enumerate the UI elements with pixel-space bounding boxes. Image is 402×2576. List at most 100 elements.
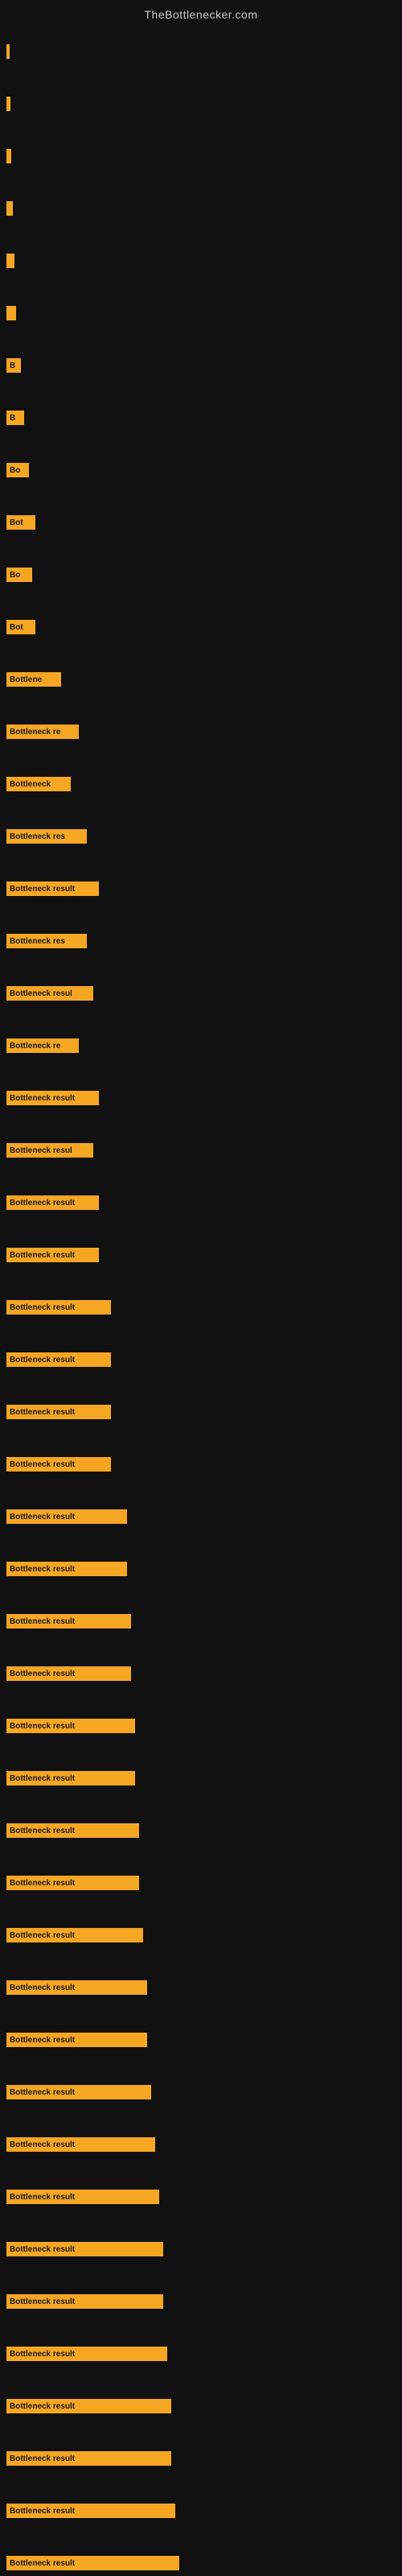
bar-row: Bottleneck result — [6, 1876, 139, 1890]
bar-row: Bottleneck result — [6, 2451, 171, 2466]
bar-row: Bottleneck re — [6, 724, 79, 739]
bar: Bottleneck result — [6, 2294, 163, 2309]
bar-row: Bottleneck result — [6, 2085, 151, 2099]
bar-label: B — [10, 361, 15, 370]
bar-row: Bottleneck result — [6, 2556, 179, 2570]
bar-label: Bottleneck result — [10, 1827, 75, 1835]
bar-label: Bottleneck result — [10, 2454, 75, 2463]
bar: Bo — [6, 568, 32, 582]
bar-label: Bottleneck res — [10, 832, 65, 841]
bar: Bottleneck result — [6, 1509, 127, 1524]
bar-label: Bottleneck resul — [10, 989, 72, 998]
bar-label: Bottleneck result — [10, 1460, 75, 1469]
bar-label: Bo — [10, 571, 20, 580]
bar-row: Bottleneck result — [6, 2294, 163, 2309]
bar-label: Bottleneck result — [10, 1408, 75, 1417]
bar — [6, 97, 10, 111]
bar: Bottleneck re — [6, 1038, 79, 1053]
bar-label: Bottleneck result — [10, 2559, 75, 2568]
bar-row: Bottleneck result — [6, 1509, 127, 1524]
bar — [6, 44, 10, 59]
chart-area: TheBottlenecker.com BBBoBotBoBotBottlene… — [0, 0, 402, 2576]
bar-row: Bottleneck result — [6, 1457, 111, 1472]
bar-label: Bottleneck result — [10, 1931, 75, 1940]
bar — [6, 254, 14, 268]
bar-row — [6, 44, 10, 59]
bar: Bottleneck re — [6, 724, 79, 739]
bar: Bottleneck — [6, 777, 71, 791]
bar-row: Bottleneck result — [6, 1352, 111, 1367]
bar-row: Bottleneck res — [6, 829, 87, 844]
bar-label: Bottleneck re — [10, 1042, 60, 1051]
bar: Bottleneck result — [6, 2451, 171, 2466]
bar-label: Bottleneck result — [10, 1617, 75, 1626]
bar-label: Bottleneck result — [10, 2297, 75, 2306]
bar: Bottleneck result — [6, 2347, 167, 2361]
bar-row: Bot — [6, 515, 35, 530]
bar-label: Bottleneck result — [10, 1199, 75, 1208]
bar: Bottleneck result — [6, 2504, 175, 2518]
bar: Bottleneck result — [6, 1195, 99, 1210]
bar: Bottleneck result — [6, 1352, 111, 1367]
bar: Bot — [6, 515, 35, 530]
bar-label: Bottleneck res — [10, 937, 65, 946]
bar — [6, 149, 11, 163]
bar: Bottleneck result — [6, 1928, 143, 1942]
bar-row: Bottleneck result — [6, 1248, 99, 1262]
bar-label: B — [10, 414, 15, 423]
bar-label: Bottleneck result — [10, 1670, 75, 1678]
bar-row: Bottleneck result — [6, 2033, 147, 2047]
bar: Bottleneck result — [6, 1876, 139, 1890]
bar-row: Bottleneck result — [6, 1771, 135, 1785]
bar: Bottleneck result — [6, 1562, 127, 1576]
bar: Bottleneck result — [6, 1666, 131, 1681]
bar: Bottleneck result — [6, 1248, 99, 1262]
bar: Bot — [6, 620, 35, 634]
bar-row: Bottleneck result — [6, 1562, 127, 1576]
bar-row: Bottleneck result — [6, 1928, 143, 1942]
bar: Bottleneck result — [6, 1405, 111, 1419]
bar: Bottleneck res — [6, 829, 87, 844]
bar-label: Bottleneck result — [10, 2507, 75, 2516]
bar-row — [6, 149, 11, 163]
bar-row: B — [6, 358, 21, 373]
bar: Bottleneck result — [6, 881, 99, 896]
bar-row: Bottleneck result — [6, 2347, 167, 2361]
bar-label: Bottleneck result — [10, 1513, 75, 1521]
bar-row: Bo — [6, 568, 32, 582]
bar-row: Bottleneck result — [6, 2190, 159, 2204]
bar: Bottleneck result — [6, 2399, 171, 2413]
bar: B — [6, 358, 21, 373]
bar: Bottleneck result — [6, 1300, 111, 1315]
bar: Bottleneck result — [6, 1719, 135, 1733]
bar-row: Bottleneck result — [6, 1980, 147, 1995]
bar-label: Bottlene — [10, 675, 42, 684]
bar-label: Bottleneck re — [10, 728, 60, 737]
bar-label: Bottleneck result — [10, 1303, 75, 1312]
bar: Bottleneck result — [6, 2033, 147, 2047]
bar-label: Bottleneck result — [10, 1774, 75, 1783]
bar — [6, 306, 16, 320]
bar-label: Bottleneck result — [10, 2140, 75, 2149]
bar-label: Bottleneck result — [10, 1565, 75, 1574]
bar-row — [6, 254, 14, 268]
bar-row: Bottleneck result — [6, 2504, 175, 2518]
bar-label: Bot — [10, 623, 23, 632]
bar: Bottleneck result — [6, 1091, 99, 1105]
bar-label: Bottleneck result — [10, 1094, 75, 1103]
bar-row: Bottleneck res — [6, 934, 87, 948]
bar: Bottleneck result — [6, 1823, 139, 1838]
bar-label: Bottleneck result — [10, 2402, 75, 2411]
bar: Bottleneck result — [6, 1980, 147, 1995]
bar-row: Bottleneck resul — [6, 986, 93, 1001]
bar-row: Bot — [6, 620, 35, 634]
bar-label: Bottleneck result — [10, 1984, 75, 1992]
bar-label: Bottleneck result — [10, 2036, 75, 2045]
bar-row: Bottleneck result — [6, 2242, 163, 2256]
bar: Bottleneck result — [6, 1614, 131, 1629]
bar-row: Bottleneck result — [6, 1405, 111, 1419]
bar-label: Bottleneck result — [10, 1879, 75, 1888]
bar: Bottleneck result — [6, 2242, 163, 2256]
bar: Bottleneck result — [6, 2190, 159, 2204]
bar-row: Bottlene — [6, 672, 61, 687]
